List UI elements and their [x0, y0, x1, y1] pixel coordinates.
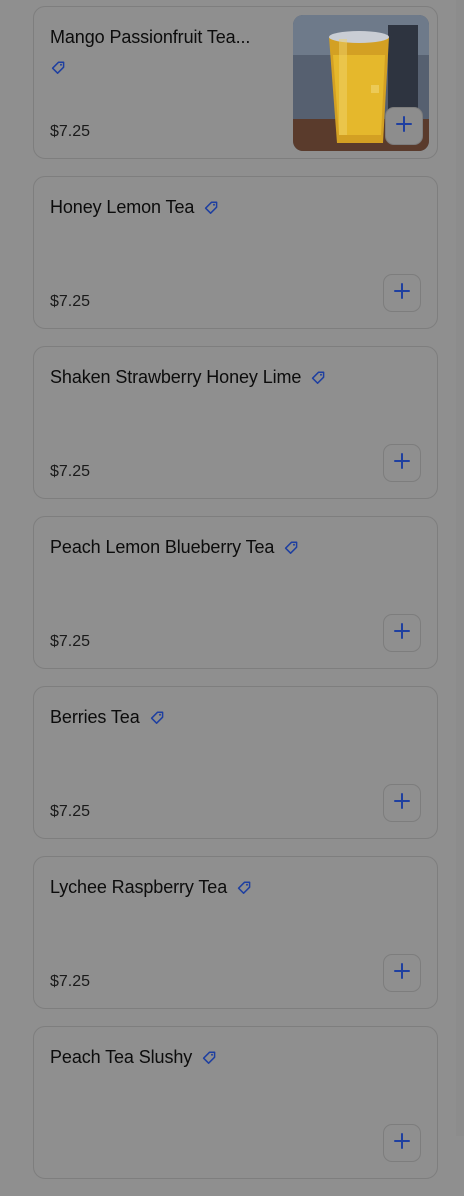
menu-item-card[interactable]: Honey Lemon Tea $7.25 [33, 176, 438, 329]
tag-icon [201, 1050, 217, 1066]
item-name: Peach Lemon Blueberry Tea [50, 537, 275, 557]
menu-item-card[interactable]: Peach Lemon Blueberry Tea $7.25 [33, 516, 438, 669]
item-price: $7.25 [50, 123, 91, 140]
tag-icon [283, 540, 299, 556]
item-price: $7.25 [50, 293, 91, 310]
item-title-row: Peach Lemon Blueberry Tea [50, 537, 299, 558]
add-to-cart-button[interactable] [383, 614, 421, 652]
plus-icon [393, 282, 411, 305]
scrollbar[interactable] [456, 0, 464, 1136]
menu-item-card[interactable]: Berries Tea $7.25 [33, 686, 438, 839]
item-title-row: Lychee Raspberry Tea [50, 877, 252, 898]
menu-item-card[interactable]: Lychee Raspberry Tea $7.25 [33, 856, 438, 1009]
plus-icon [395, 115, 413, 138]
add-to-cart-button[interactable] [383, 274, 421, 312]
plus-icon [393, 622, 411, 645]
item-name: Peach Tea Slushy [50, 1047, 193, 1067]
tag-icon [310, 370, 326, 386]
add-to-cart-button[interactable] [383, 444, 421, 482]
menu-item-card[interactable]: Mango Passionfruit Tea... $7.25 [33, 6, 438, 159]
tag-icon [50, 60, 66, 76]
tag-icon [236, 880, 252, 896]
item-photo [293, 15, 429, 151]
item-price: $7.25 [50, 463, 91, 480]
item-title-row: Mango Passionfruit Tea... [50, 27, 250, 48]
item-name: Mango Passionfruit Tea... [50, 27, 251, 47]
item-title-row: Shaken Strawberry Honey Lime [50, 367, 326, 388]
add-to-cart-button[interactable] [383, 954, 421, 992]
item-title-row: Honey Lemon Tea [50, 197, 219, 218]
plus-icon [393, 792, 411, 815]
plus-icon [393, 1132, 411, 1155]
add-to-cart-button[interactable] [385, 107, 423, 145]
item-name: Honey Lemon Tea [50, 197, 195, 217]
add-to-cart-button[interactable] [383, 1124, 421, 1162]
menu-item-card[interactable]: Peach Tea Slushy [33, 1026, 438, 1179]
item-price: $7.25 [50, 633, 91, 650]
menu-item-list: Mango Passionfruit Tea... $7.25 Honey Le… [33, 6, 438, 1196]
item-name: Berries Tea [50, 707, 140, 727]
plus-icon [393, 962, 411, 985]
add-to-cart-button[interactable] [383, 784, 421, 822]
item-title-row: Berries Tea [50, 707, 165, 728]
item-title-row: Peach Tea Slushy [50, 1047, 217, 1068]
tag-icon [149, 710, 165, 726]
plus-icon [393, 452, 411, 475]
item-price: $7.25 [50, 973, 91, 990]
item-price: $7.25 [50, 803, 91, 820]
item-name: Lychee Raspberry Tea [50, 877, 228, 897]
item-name: Shaken Strawberry Honey Lime [50, 367, 302, 387]
tag-icon [203, 200, 219, 216]
menu-item-card[interactable]: Shaken Strawberry Honey Lime $7.25 [33, 346, 438, 499]
